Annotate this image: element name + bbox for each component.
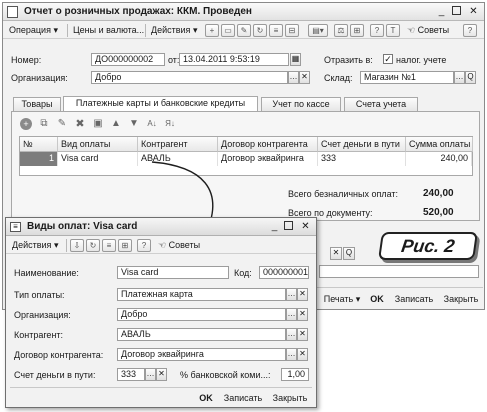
organization-field[interactable]: Добро [117, 308, 286, 321]
document-list-icon[interactable]: ≡ [102, 239, 116, 252]
save-copy-icon[interactable]: ⇩ [70, 239, 84, 252]
name-field[interactable]: Visa card [117, 266, 229, 279]
payment-type-dialog: ≡ Виды оплат: Visa card _ ✕ Действия ▾ ⇩… [5, 217, 317, 408]
dialog-toolbar: Действия ▾ ⇩ ↻ ≡ ⊞ ? ☜ Советы [6, 237, 316, 254]
payment-type-clear-button[interactable]: ✕ [297, 288, 308, 301]
dialog-maximize-icon[interactable] [284, 221, 293, 230]
dialog-save-button[interactable]: Записать [221, 391, 265, 406]
contractor-field[interactable]: АВАЛЬ [117, 328, 286, 341]
dialog-menu-actions-label: Действия [12, 240, 52, 250]
commission-field[interactable]: 1,00 [281, 368, 309, 381]
dialog-ok-button[interactable]: OK [196, 391, 216, 406]
contract-field[interactable]: Договор эквайринга [117, 348, 286, 361]
account-select-button[interactable]: … [145, 368, 156, 381]
dialog-menu-actions[interactable]: Действия ▾ [10, 238, 60, 252]
contractor-clear-button[interactable]: ✕ [297, 328, 308, 341]
contract-select-button[interactable]: … [286, 348, 297, 361]
account-clear-button[interactable]: ✕ [156, 368, 167, 381]
dialog-close-icon[interactable]: ✕ [300, 221, 311, 232]
organization-select-button[interactable]: … [286, 308, 297, 321]
catalog-icon: ≡ [10, 222, 21, 232]
commission-label: % банковской коми...: [180, 370, 271, 380]
payment-type-field[interactable]: Платежная карта [117, 288, 286, 301]
contractor-label: Контрагент: [14, 330, 64, 340]
account-field[interactable]: 333 [117, 368, 145, 381]
dialog-close-button[interactable]: Закрыть [270, 391, 310, 406]
dialog-minimize-icon[interactable]: _ [269, 221, 280, 232]
dialog-bottom-separator [10, 387, 312, 388]
dialog-advice-label: Советы [168, 240, 201, 250]
payment-type-label: Тип оплаты: [14, 290, 65, 300]
dialog-advice-button[interactable]: ☜ Советы [156, 238, 202, 252]
name-label: Наименование: [14, 268, 79, 278]
refresh-icon[interactable]: ↻ [86, 239, 100, 252]
payment-type-select-button[interactable]: … [286, 288, 297, 301]
dialog-title: Виды оплат: Visa card [27, 221, 138, 232]
account-label: Счет деньги в пути: [14, 370, 96, 380]
code-label: Код: [234, 268, 252, 278]
help-icon[interactable]: ? [137, 239, 151, 252]
contract-label: Договор контрагента: [14, 350, 104, 360]
code-field[interactable]: 000000001 [259, 266, 309, 279]
structure-icon[interactable]: ⊞ [118, 239, 132, 252]
toolbar-separator [66, 239, 67, 252]
contract-clear-button[interactable]: ✕ [297, 348, 308, 361]
contractor-select-button[interactable]: … [286, 328, 297, 341]
advice-icon: ☜ [158, 240, 167, 250]
dialog-title-bar: ≡ Виды оплат: Visa card _ ✕ [6, 218, 316, 236]
organization-clear-button[interactable]: ✕ [297, 308, 308, 321]
organization-label: Организация: [14, 310, 71, 320]
